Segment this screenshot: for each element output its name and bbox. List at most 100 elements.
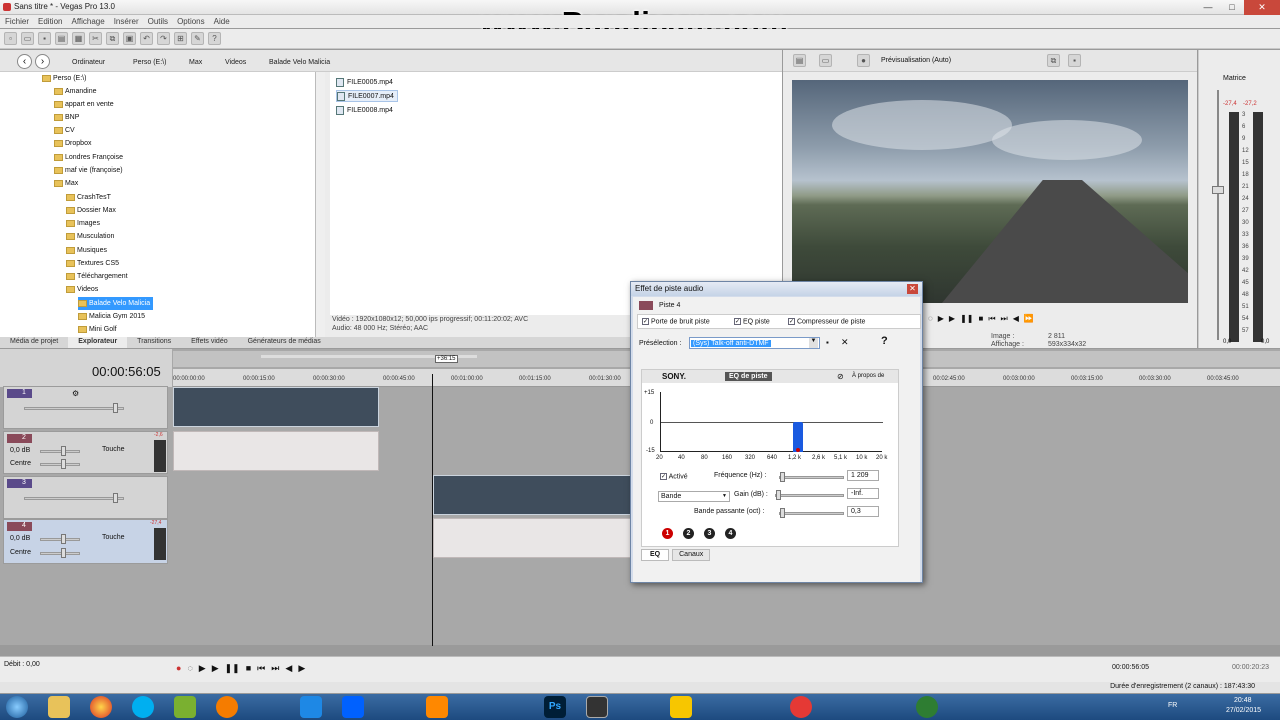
media-player-icon[interactable] (216, 696, 238, 718)
skype-icon[interactable] (132, 696, 154, 718)
new-project-icon[interactable]: ▫ (4, 32, 17, 45)
copy-icon[interactable]: ⧉ (106, 32, 119, 45)
tab-channels[interactable]: Canaux (672, 549, 711, 561)
close-button[interactable]: ✕ (1244, 0, 1280, 15)
tab-transitions[interactable]: Transitions (127, 337, 181, 348)
delete-preset-icon[interactable]: ✕ (841, 337, 849, 348)
tab-video-fx[interactable]: Effets vidéo (181, 337, 237, 348)
app-icon[interactable] (916, 696, 938, 718)
chain-item-noise-gate[interactable]: ✓ Porte de bruit piste (642, 318, 710, 325)
tree-item[interactable]: maf vie (françoise) (54, 164, 123, 177)
whats-this-icon[interactable]: ? (208, 32, 221, 45)
properties-icon[interactable]: ▤ (55, 32, 68, 45)
band-4-button[interactable]: 4 (725, 528, 736, 539)
tree-item[interactable]: Videos (66, 283, 98, 296)
band-3-button[interactable]: 3 (704, 528, 715, 539)
tree-item[interactable]: Dropbox (54, 137, 91, 150)
pause-icon[interactable]: ❚❚ (960, 314, 973, 324)
play-icon[interactable]: ▶ (212, 663, 219, 674)
volume-slider[interactable] (40, 446, 80, 456)
bypass-icon[interactable]: ⊘ (837, 372, 844, 381)
next-frame-icon[interactable]: ▶ (298, 663, 305, 674)
chain-item-eq[interactable]: ✓ EQ piste (734, 318, 770, 325)
tab-explorer[interactable]: Explorateur (68, 337, 128, 348)
tree-item[interactable]: Textures CS5 (66, 257, 119, 270)
composite-level-slider[interactable] (24, 403, 124, 413)
breadcrumb-perso[interactable]: Perso (E:\) (133, 59, 166, 66)
eq-curve-graph[interactable] (660, 392, 883, 452)
menu-edition[interactable]: Edition (38, 15, 62, 28)
about-link[interactable]: À propos de (852, 373, 884, 379)
file-item[interactable]: FILE0005.mp4 (336, 76, 396, 88)
tree-item[interactable]: Londres Françoise (54, 151, 123, 164)
video-clip[interactable] (433, 475, 633, 515)
tab-media-generators[interactable]: Générateurs de médias (238, 337, 331, 348)
track-fx-icon[interactable]: ⚙ (72, 389, 79, 398)
clock-date[interactable]: 27/02/2015 (1226, 707, 1261, 714)
copy-snapshot-icon[interactable]: ⧉ (1047, 54, 1060, 67)
menu-fichier[interactable]: Fichier (5, 15, 29, 28)
tree-item[interactable]: CV (54, 124, 75, 137)
bandwidth-slider[interactable] (779, 508, 844, 518)
tree-item[interactable]: Musiques (66, 244, 107, 257)
start-button-icon[interactable] (6, 696, 28, 718)
tab-project-media[interactable]: Média de projet (0, 337, 68, 348)
next-frame-icon[interactable]: ⏭ (1001, 314, 1008, 324)
tree-item[interactable]: CrashTesT (66, 191, 111, 204)
automation-mode[interactable]: Touche (102, 534, 125, 541)
vegas-taskbar-icon[interactable] (586, 696, 608, 718)
breadcrumb-videos[interactable]: Videos (225, 59, 246, 66)
save-snapshot-icon[interactable]: ▪ (1068, 54, 1081, 67)
tree-item-selected[interactable]: Balade Velo Malicia (78, 297, 154, 310)
file-explorer-icon[interactable] (48, 696, 70, 718)
external-monitor-icon[interactable]: ▭ (819, 54, 832, 67)
menu-affichage[interactable]: Affichage (71, 15, 104, 28)
app-icon[interactable] (174, 696, 196, 718)
gain-slider[interactable] (775, 490, 844, 500)
pan-slider[interactable] (40, 548, 80, 558)
tree-item[interactable]: Mini Golf (78, 323, 117, 336)
dropbox-icon[interactable] (342, 696, 364, 718)
vlc-icon[interactable] (426, 696, 448, 718)
stop-icon[interactable]: ■ (978, 314, 983, 324)
language-indicator[interactable]: FR (1168, 702, 1177, 709)
bandwidth-field[interactable]: 0,3 (847, 506, 879, 517)
prev-frame-icon[interactable]: ⏮ (988, 314, 995, 324)
fx-icon[interactable]: ● (857, 54, 870, 67)
chain-item-compressor[interactable]: ✓ Compresseur de piste (788, 318, 865, 325)
cut-icon[interactable]: ✂ (89, 32, 102, 45)
pause-icon[interactable]: ❚❚ (225, 663, 240, 674)
tab-eq[interactable]: EQ (641, 549, 670, 561)
loop-icon[interactable]: ◌ (928, 314, 933, 324)
band-2-button[interactable]: 2 (683, 528, 694, 539)
automation-mode[interactable]: Touche (102, 446, 125, 453)
play-start-icon[interactable]: ▶ (949, 314, 955, 324)
track-header-video-3[interactable]: 3 (3, 476, 168, 519)
composite-level-slider[interactable] (24, 493, 124, 503)
gain-field[interactable]: -Inf. (847, 488, 879, 499)
filter-type-select[interactable]: Bande ▼ (658, 491, 730, 502)
tree-item[interactable]: BNP (54, 111, 79, 124)
menu-inserer[interactable]: Insérer (114, 15, 139, 28)
prev-frame-icon[interactable]: ◀ (285, 663, 292, 674)
preview-quality-dropdown[interactable]: Prévisualisation (Auto) (881, 57, 951, 64)
dialog-close-button[interactable]: ✕ (907, 284, 918, 294)
playhead-cursor[interactable] (432, 374, 433, 646)
minimize-button[interactable]: — (1196, 0, 1220, 15)
teamviewer-icon[interactable] (300, 696, 322, 718)
app-icon[interactable] (670, 696, 692, 718)
help-button[interactable]: ? (881, 335, 888, 347)
wand-icon[interactable]: ✎ (191, 32, 204, 45)
file-item[interactable]: FILE0008.mp4 (336, 104, 396, 116)
tree-item[interactable]: Max (54, 177, 78, 190)
go-start-icon[interactable]: ⏮ (257, 663, 265, 674)
enabled-checkbox[interactable]: ✓ Activé (660, 473, 688, 480)
forward-arrow-icon[interactable]: › (35, 54, 50, 69)
master-fader-track[interactable] (1212, 90, 1224, 348)
video-clip[interactable] (173, 387, 379, 427)
file-item-selected[interactable]: FILE0007.mp4 (336, 90, 398, 102)
tree-item[interactable]: Dossier Max (66, 204, 116, 217)
record-icon[interactable]: ● (176, 663, 181, 674)
undo-icon[interactable]: ↶ (140, 32, 153, 45)
app-icon[interactable] (790, 696, 812, 718)
